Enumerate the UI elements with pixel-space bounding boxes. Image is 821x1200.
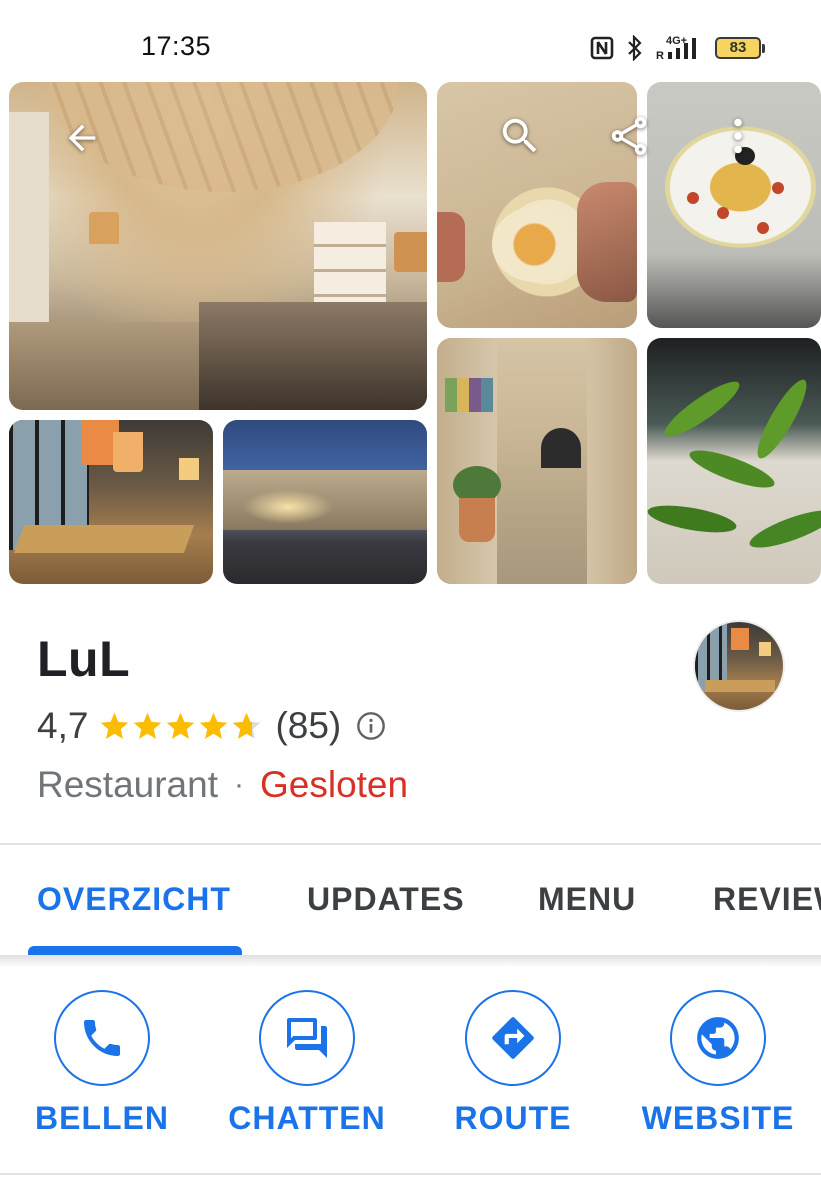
place-title: LuL [37, 631, 131, 687]
more-options-button[interactable] [712, 110, 764, 162]
directions-icon [492, 1017, 534, 1059]
rating-row[interactable]: 4,7 (85) [37, 704, 387, 748]
phone-icon [84, 1020, 120, 1056]
chat-button[interactable]: CHATTEN [207, 990, 407, 1137]
tab-bar[interactable]: OVERZICHT UPDATES MENU REVIEWS [0, 845, 821, 955]
photo-night-square[interactable] [223, 420, 427, 584]
star-icon [101, 712, 129, 739]
share-button[interactable] [603, 110, 655, 162]
star-icon [200, 712, 228, 739]
review-count: (85) [275, 705, 342, 746]
search-icon [502, 118, 537, 153]
nfc-icon [590, 36, 614, 65]
website-button[interactable]: WEBSITE [618, 990, 818, 1137]
globe-icon [697, 1017, 739, 1059]
website-circle[interactable] [670, 990, 766, 1086]
active-tab-indicator [28, 946, 242, 955]
photo-courtyard[interactable] [437, 338, 637, 584]
call-circle[interactable] [54, 990, 150, 1086]
svg-text:4G+: 4G+ [666, 35, 687, 47]
status-time: 17:35 [141, 31, 212, 61]
star-icon [233, 712, 261, 739]
chat-icon [287, 1018, 327, 1058]
status-bar: 17:35 4G+ R 83 [0, 0, 821, 72]
open-status[interactable]: Gesloten [260, 764, 408, 806]
share-icon [611, 116, 647, 156]
star-icon [134, 712, 162, 739]
category-label: Restaurant [37, 764, 218, 805]
separator-dot: · [234, 768, 244, 801]
chat-circle[interactable] [259, 990, 355, 1086]
website-label: WEBSITE [641, 1100, 795, 1136]
photo-gallery[interactable] [0, 72, 821, 594]
battery-indicator: 83 [715, 37, 765, 59]
divider [0, 1173, 821, 1175]
tab-updates[interactable]: UPDATES [307, 881, 465, 918]
route-label: ROUTE [454, 1100, 572, 1136]
back-button[interactable] [56, 112, 108, 164]
star-icon [167, 712, 195, 739]
svg-text:R: R [656, 50, 664, 61]
place-thumbnail[interactable] [693, 620, 785, 712]
back-arrow-icon [68, 124, 96, 152]
search-button[interactable] [494, 110, 546, 162]
star-rating [98, 710, 263, 743]
bluetooth-icon [626, 34, 644, 66]
photo-plants[interactable] [647, 338, 821, 584]
tab-overview[interactable]: OVERZICHT [37, 881, 231, 918]
tab-shadow [0, 955, 821, 967]
signal-icon: 4G+ R [654, 33, 704, 66]
tab-menu[interactable]: MENU [538, 881, 636, 918]
route-button[interactable]: ROUTE [413, 990, 613, 1137]
route-circle[interactable] [465, 990, 561, 1086]
rating-value: 4,7 [37, 705, 89, 746]
call-label: BELLEN [35, 1100, 169, 1136]
info-icon[interactable] [355, 710, 387, 742]
tab-reviews[interactable]: REVIEWS [713, 881, 821, 918]
call-button[interactable]: BELLEN [2, 990, 202, 1137]
photo-dining-room[interactable] [9, 420, 213, 584]
more-vert-icon [734, 118, 742, 154]
category-row: Restaurant · Gesloten [37, 764, 408, 806]
chat-label: CHATTEN [228, 1100, 386, 1136]
